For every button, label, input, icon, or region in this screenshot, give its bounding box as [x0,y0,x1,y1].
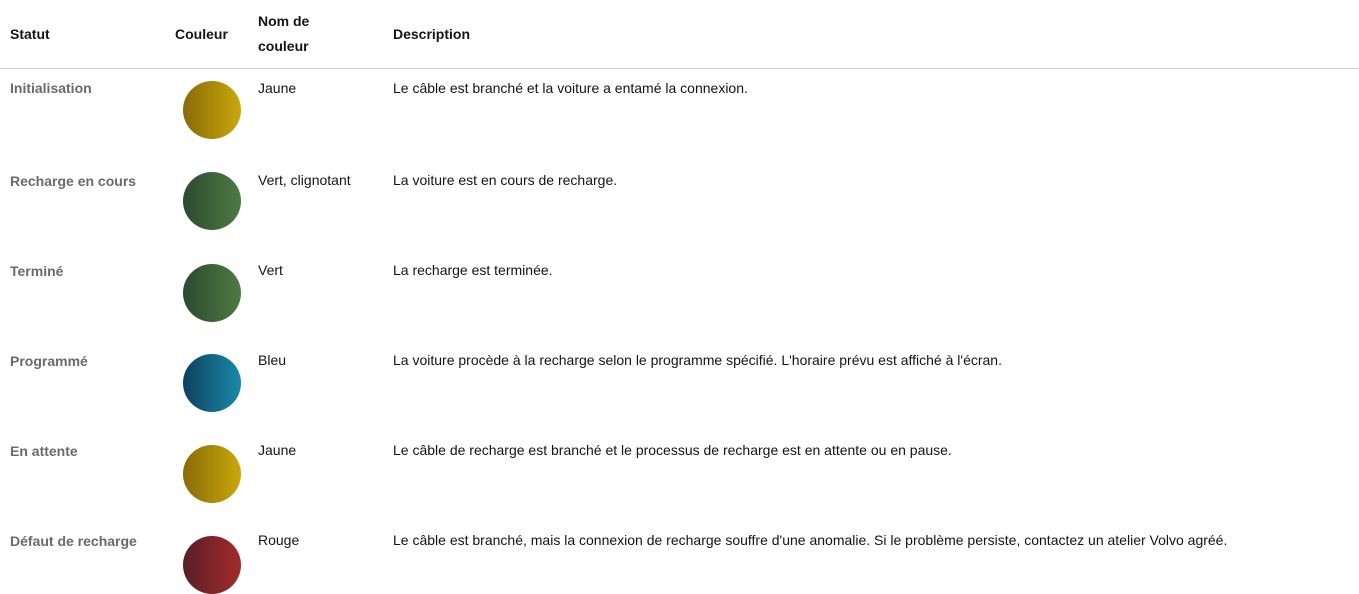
status-color-dot [183,445,241,503]
row-statut: Défaut de recharge [10,533,137,549]
row-description: La recharge est terminée. [393,262,553,278]
row-color-name: Jaune [258,80,297,96]
status-color-dot [183,81,241,139]
header-statut: Statut [10,26,50,42]
header-couleur: Couleur [175,26,228,42]
row-statut: Programmé [10,353,88,369]
header-description: Description [393,26,471,42]
row-description: Le câble est branché et la voiture a ent… [393,80,748,96]
row-color-name: Jaune [258,442,297,458]
row-statut: Terminé [10,263,64,279]
row-statut: En attente [10,443,78,459]
row-statut: Initialisation [10,80,92,96]
row-statut: Recharge en cours [10,173,137,189]
row-color-name: Vert [258,262,283,278]
header-nom-couleur-1: Nom de [258,13,310,29]
row-color-name: Vert, clignotant [258,172,351,188]
header-nom-couleur-2: couleur [258,38,309,54]
status-color-dot [183,536,241,594]
row-color-name: Rouge [258,532,300,548]
row-description: La voiture procède à la recharge selon l… [393,352,1002,368]
row-description: Le câble de recharge est branché et le p… [393,442,952,458]
status-color-dot [183,354,241,412]
status-color-dot [183,172,241,230]
row-color-name: Bleu [258,352,287,368]
table-header: Statut Couleur Nom de couleur Descriptio… [0,0,1359,69]
status-color-dot [183,264,241,322]
row-description: La voiture est en cours de recharge. [393,172,618,188]
row-description: Le câble est branché, mais la connexion … [393,532,1228,548]
